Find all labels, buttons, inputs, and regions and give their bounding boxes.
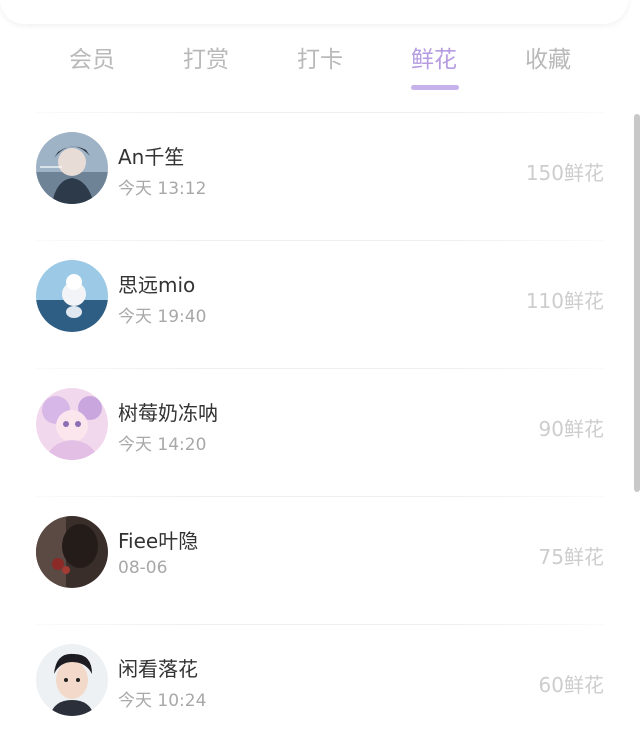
avatar[interactable] <box>36 132 108 204</box>
fan-time: 今天 10:24 <box>118 691 207 711</box>
avatar[interactable] <box>36 644 108 716</box>
flower-count: 110鲜花 <box>525 289 604 313</box>
list-item[interactable]: 思远mio 今天 19:40 110鲜花 <box>0 241 640 368</box>
tab-label: 鲜花 <box>411 47 457 73</box>
tab-checkin[interactable]: 打卡 <box>264 40 376 90</box>
flower-count: 90鲜花 <box>538 417 604 441</box>
flower-count: 150鲜花 <box>525 161 604 185</box>
tab-label: 打卡 <box>297 47 343 73</box>
tab-reward[interactable]: 打赏 <box>150 40 262 90</box>
avatar[interactable] <box>36 388 108 460</box>
tab-bar: 会员 打赏 打卡 鲜花 收藏 <box>36 40 604 96</box>
flower-count: 75鲜花 <box>538 545 604 569</box>
list-item[interactable]: 闲看落花 今天 10:24 60鲜花 <box>0 625 640 738</box>
header-bar <box>0 0 628 24</box>
avatar[interactable] <box>36 260 108 332</box>
fan-time: 今天 14:20 <box>118 435 207 455</box>
fan-name: 思远mio <box>118 273 196 297</box>
fan-name: 树莓奶冻呐 <box>118 401 218 425</box>
list-item[interactable]: Fiee叶隐 08-06 75鲜花 <box>0 497 640 624</box>
fan-list: An千笙 今天 13:12 150鲜花 思远mio 今天 19:40 110鲜花 <box>0 112 640 738</box>
tab-favorites[interactable]: 收藏 <box>492 40 604 90</box>
list-item[interactable]: An千笙 今天 13:12 150鲜花 <box>0 113 640 240</box>
fan-time: 今天 13:12 <box>118 179 207 199</box>
flower-count: 60鲜花 <box>538 673 604 697</box>
tab-member[interactable]: 会员 <box>36 40 148 90</box>
scrollbar[interactable] <box>634 114 640 492</box>
fan-time: 08-06 <box>118 558 168 578</box>
fan-time: 今天 19:40 <box>118 307 207 327</box>
tab-label: 会员 <box>69 47 115 73</box>
tab-label: 收藏 <box>525 47 571 73</box>
fan-name: An千笙 <box>118 145 185 169</box>
tab-label: 打赏 <box>183 47 229 73</box>
fan-name: Fiee叶隐 <box>118 529 199 553</box>
avatar[interactable] <box>36 516 108 588</box>
fan-rank-page: 会员 打赏 打卡 鲜花 收藏 An千笙 今天 13:12 150鲜花 思远mio… <box>0 0 640 738</box>
list-item[interactable]: 树莓奶冻呐 今天 14:20 90鲜花 <box>0 369 640 496</box>
tab-flowers[interactable]: 鲜花 <box>378 40 490 90</box>
active-tab-indicator <box>411 85 459 90</box>
fan-name: 闲看落花 <box>118 657 198 681</box>
